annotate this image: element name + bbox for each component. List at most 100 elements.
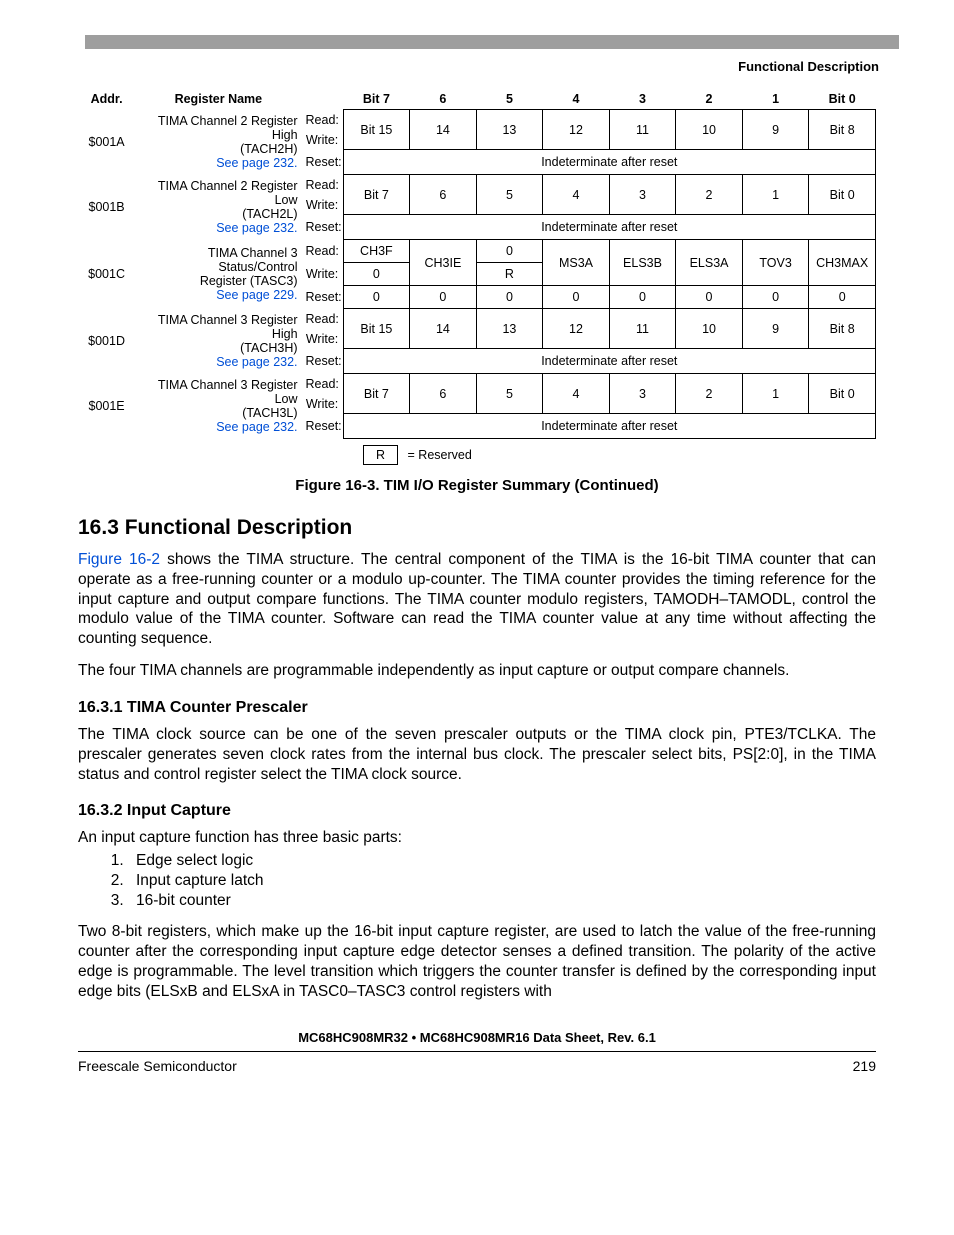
col-b1: 1 bbox=[742, 89, 809, 110]
reg-name: TIMA Channel 3 Register High bbox=[139, 313, 297, 341]
reset-cell: 0 bbox=[609, 286, 676, 309]
register-table: Addr. Register Name Bit 7 6 5 4 3 2 1 Bi… bbox=[78, 89, 876, 439]
bit-cell: 2 bbox=[676, 374, 743, 414]
bit-cell: 3 bbox=[609, 175, 676, 215]
bit-cell: R bbox=[476, 263, 543, 286]
op-write: Write: bbox=[302, 195, 344, 215]
reset-cell: 0 bbox=[410, 286, 477, 309]
op-read: Read: bbox=[302, 309, 344, 329]
reg-name: TIMA Channel 2 Register Low bbox=[139, 179, 297, 207]
bit-cell: Bit 0 bbox=[809, 374, 876, 414]
bit-cell: 9 bbox=[742, 110, 809, 150]
footer-doc-title: MC68HC908MR32 • MC68HC908MR16 Data Sheet… bbox=[0, 1030, 954, 1045]
reset-cell: 0 bbox=[742, 286, 809, 309]
bit-cell: 11 bbox=[609, 110, 676, 150]
op-read: Read: bbox=[302, 240, 344, 263]
sub2-para: Two 8-bit registers, which make up the 1… bbox=[78, 922, 876, 1001]
reg-name: TIMA Channel 2 Register High bbox=[139, 114, 297, 142]
bit-cell: 10 bbox=[676, 110, 743, 150]
op-reset: Reset: bbox=[302, 286, 344, 309]
legend: R = Reserved bbox=[78, 445, 876, 465]
bit-cell: Bit 8 bbox=[809, 110, 876, 150]
sub2-intro: An input capture function has three basi… bbox=[78, 828, 876, 848]
bit-cell: 0 bbox=[343, 263, 410, 286]
col-name: Register Name bbox=[135, 89, 301, 110]
addr-001A: $001A bbox=[78, 110, 135, 175]
bit-cell: CH3MAX bbox=[809, 240, 876, 286]
footer-page-number: 219 bbox=[853, 1058, 876, 1074]
reset-cell: Indeterminate after reset bbox=[343, 215, 875, 240]
see-page-link[interactable]: See page 232. bbox=[139, 420, 297, 434]
reset-cell: 0 bbox=[676, 286, 743, 309]
header-gradient-bar bbox=[85, 35, 899, 49]
figure-caption: Figure 16-3. TIM I/O Register Summary (C… bbox=[78, 477, 876, 494]
bit-cell: 4 bbox=[543, 374, 610, 414]
op-write: Write: bbox=[302, 394, 344, 414]
para-2: The four TIMA channels are programmable … bbox=[78, 661, 876, 681]
op-reset: Reset: bbox=[302, 414, 344, 439]
addr-001D: $001D bbox=[78, 309, 135, 374]
col-bit7: Bit 7 bbox=[343, 89, 410, 110]
bit-cell: 12 bbox=[543, 110, 610, 150]
bit-cell: TOV3 bbox=[742, 240, 809, 286]
bit-cell: 14 bbox=[410, 110, 477, 150]
col-addr: Addr. bbox=[78, 89, 135, 110]
bit-cell: 11 bbox=[609, 309, 676, 349]
subsection-1-heading: 16.3.1 TIMA Counter Prescaler bbox=[78, 699, 876, 717]
reset-cell: 0 bbox=[543, 286, 610, 309]
addr-001E: $001E bbox=[78, 374, 135, 439]
reset-cell: 0 bbox=[343, 286, 410, 309]
bit-cell: Bit 7 bbox=[343, 175, 410, 215]
bit-cell: Bit 8 bbox=[809, 309, 876, 349]
reset-cell: Indeterminate after reset bbox=[343, 414, 875, 439]
bit-cell: 1 bbox=[742, 374, 809, 414]
see-page-link[interactable]: See page 232. bbox=[139, 156, 297, 170]
op-reset: Reset: bbox=[302, 215, 344, 240]
bit-cell: CH3F bbox=[343, 240, 410, 263]
footer-left: Freescale Semiconductor bbox=[78, 1058, 237, 1074]
col-b4: 4 bbox=[543, 89, 610, 110]
op-reset: Reset: bbox=[302, 150, 344, 175]
bit-cell: Bit 7 bbox=[343, 374, 410, 414]
bit-cell: ELS3A bbox=[676, 240, 743, 286]
bit-cell: 2 bbox=[676, 175, 743, 215]
col-b5: 5 bbox=[476, 89, 543, 110]
see-page-link[interactable]: See page 232. bbox=[139, 355, 297, 369]
list-item: Edge select logic bbox=[128, 852, 876, 870]
bit-cell: CH3IE bbox=[410, 240, 477, 286]
figure-ref-link[interactable]: Figure 16-2 bbox=[78, 551, 160, 568]
col-b2: 2 bbox=[676, 89, 743, 110]
para-1-text: shows the TIMA structure. The central co… bbox=[78, 551, 876, 647]
reset-cell: Indeterminate after reset bbox=[343, 349, 875, 374]
bit-cell: MS3A bbox=[543, 240, 610, 286]
reset-cell: 0 bbox=[809, 286, 876, 309]
bit-cell: 12 bbox=[543, 309, 610, 349]
bit-cell: 6 bbox=[410, 175, 477, 215]
bit-cell: ELS3B bbox=[609, 240, 676, 286]
op-reset: Reset: bbox=[302, 349, 344, 374]
op-read: Read: bbox=[302, 374, 344, 394]
op-write: Write: bbox=[302, 329, 344, 349]
bit-cell: Bit 15 bbox=[343, 309, 410, 349]
reset-cell: Indeterminate after reset bbox=[343, 150, 875, 175]
reg-name2: (TACH3L) bbox=[139, 406, 297, 420]
bit-cell: 10 bbox=[676, 309, 743, 349]
bit-cell: 13 bbox=[476, 110, 543, 150]
list-item: Input capture latch bbox=[128, 872, 876, 890]
bit-cell: Bit 15 bbox=[343, 110, 410, 150]
para-1: Figure 16-2 shows the TIMA structure. Th… bbox=[78, 550, 876, 649]
reg-name2: (TACH2H) bbox=[139, 142, 297, 156]
bit-cell: 9 bbox=[742, 309, 809, 349]
list-item: 16-bit counter bbox=[128, 892, 876, 910]
running-header: Functional Description bbox=[0, 59, 879, 74]
op-read: Read: bbox=[302, 175, 344, 195]
see-page-link[interactable]: See page 232. bbox=[139, 221, 297, 235]
col-bit0: Bit 0 bbox=[809, 89, 876, 110]
see-page-link[interactable]: See page 229. bbox=[139, 288, 297, 302]
op-read: Read: bbox=[302, 110, 344, 130]
reg-name: TIMA Channel 3 Register Low bbox=[139, 378, 297, 406]
bit-cell: 4 bbox=[543, 175, 610, 215]
legend-r-box: R bbox=[363, 445, 398, 465]
bit-cell: Bit 0 bbox=[809, 175, 876, 215]
bit-cell: 13 bbox=[476, 309, 543, 349]
